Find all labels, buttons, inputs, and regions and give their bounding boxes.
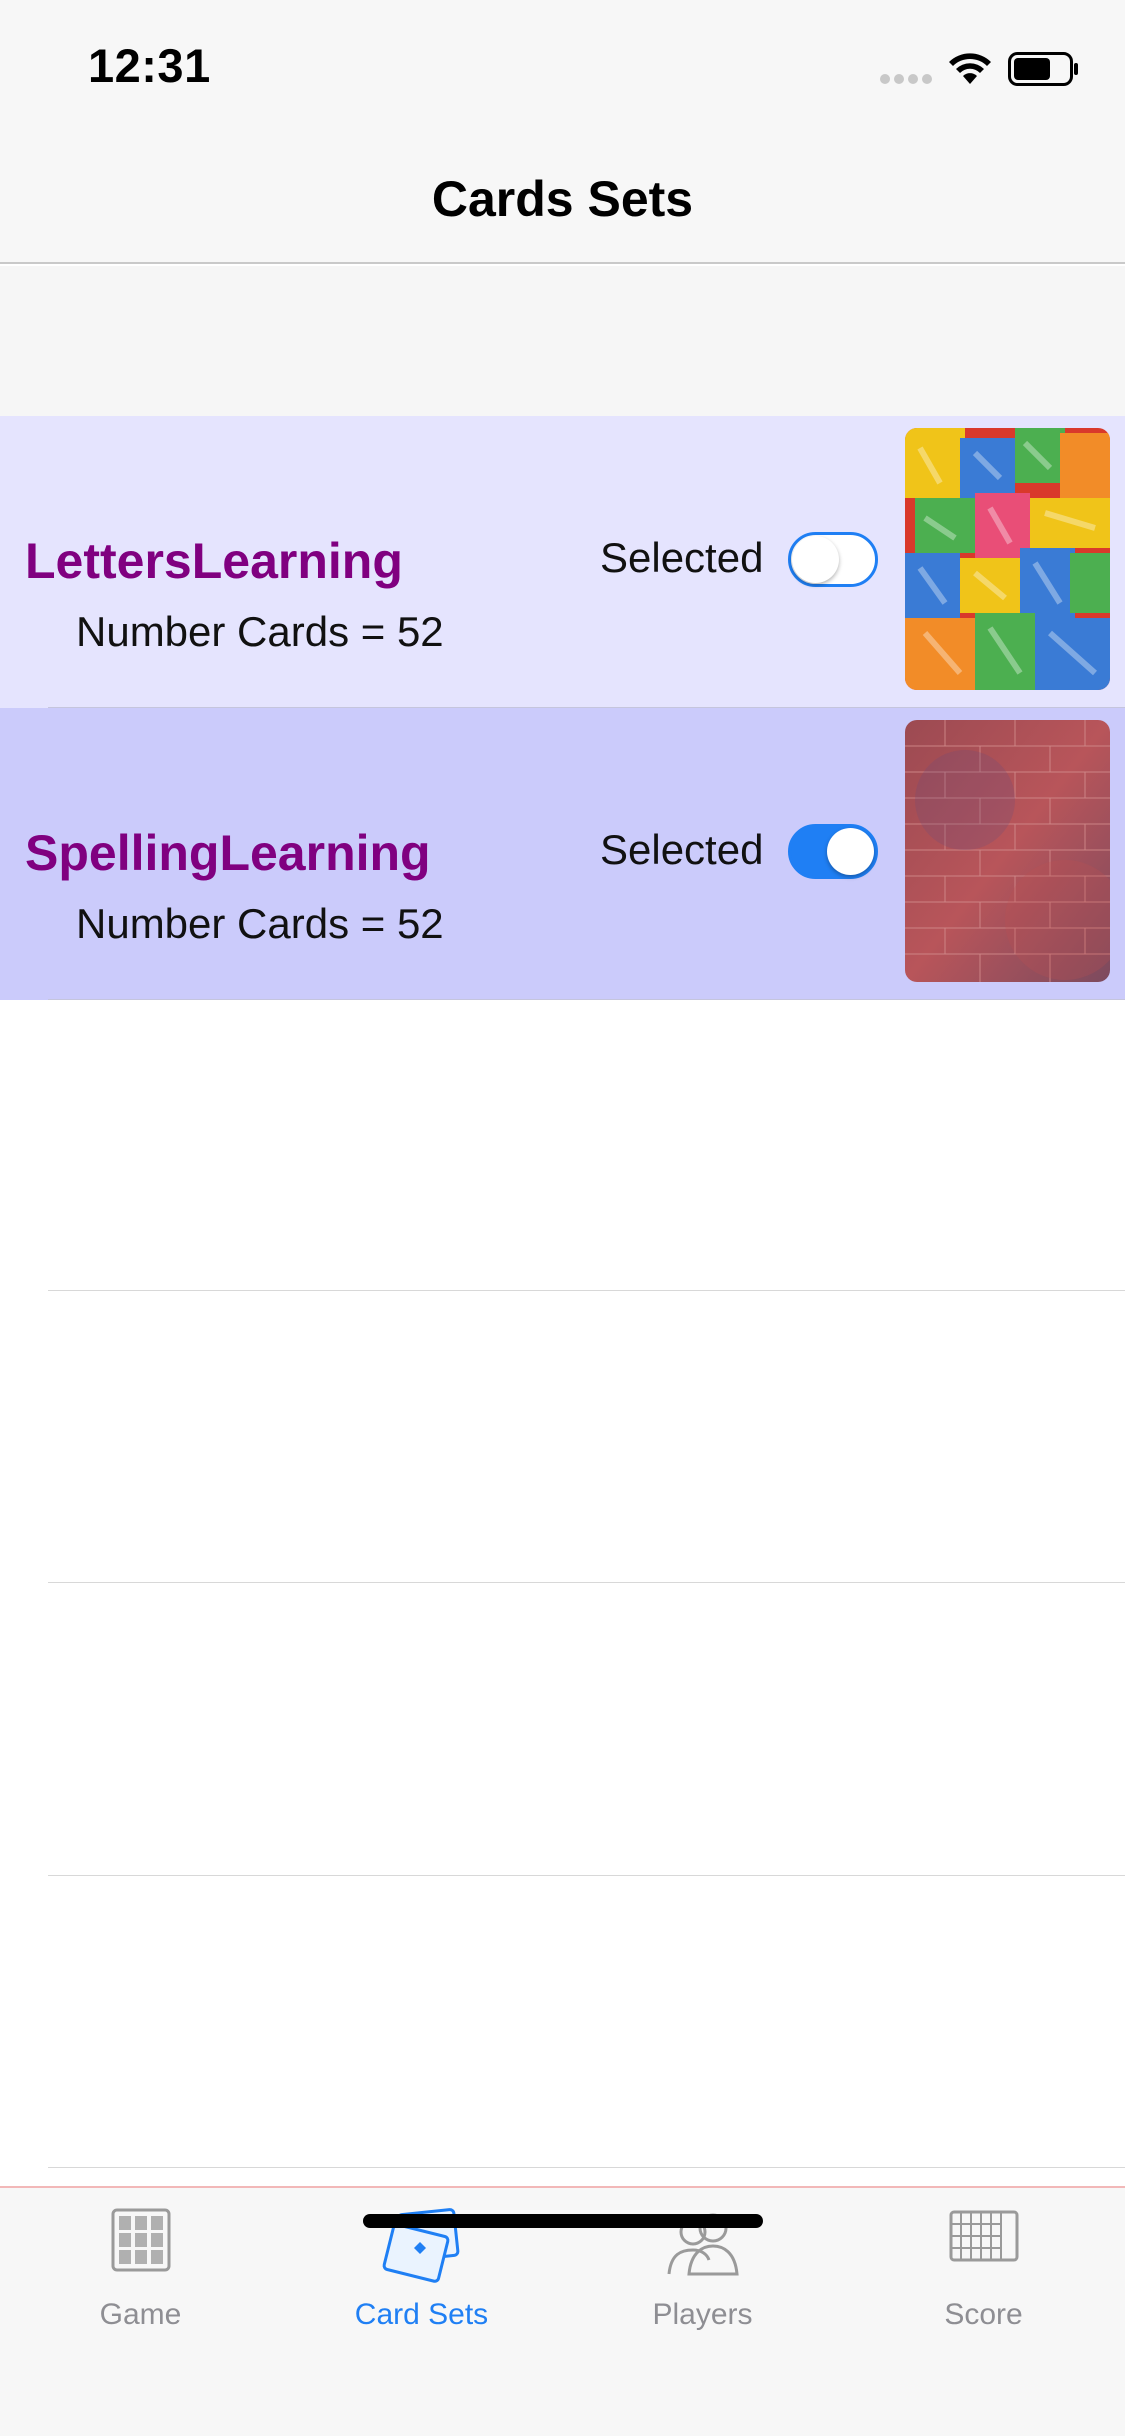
- card-count-label: Number Cards = 52: [76, 608, 444, 655]
- card-set-title: SpellingLearning: [25, 825, 431, 881]
- colorful-letters-image: [905, 428, 1110, 690]
- card-set-thumbnail: [905, 720, 1110, 982]
- status-bar: 12:31: [0, 0, 1125, 132]
- navigation-bar: Cards Sets: [0, 132, 1125, 264]
- selected-label: Selected: [600, 826, 764, 873]
- card-set-row-spelling-learning[interactable]: SpellingLearning Number Cards = 52 Selec…: [0, 708, 1125, 1000]
- tab-label: Card Sets: [354, 2298, 489, 2331]
- table-header: [0, 266, 1125, 416]
- tab-label: Score: [944, 2298, 1023, 2331]
- selected-label: Selected: [600, 534, 764, 581]
- tab-label: Game: [99, 2298, 182, 2331]
- selected-toggle[interactable]: [788, 824, 878, 879]
- red-brick-wall-image: [905, 720, 1110, 982]
- status-time: 12:31: [88, 39, 211, 92]
- card-set-title: LettersLearning: [25, 533, 403, 589]
- tab-score[interactable]: Score: [843, 2188, 1124, 2358]
- card-count-label: Number Cards = 52: [76, 900, 444, 947]
- page-title: Cards Sets: [431, 171, 694, 227]
- row-separator: [48, 1582, 1125, 1583]
- row-separator: [48, 1290, 1125, 1291]
- battery-icon: [1008, 52, 1078, 86]
- row-separator: [48, 1875, 1125, 1876]
- toggle-knob: [827, 828, 874, 875]
- toggle-knob: [792, 536, 839, 583]
- selected-toggle[interactable]: [788, 532, 878, 587]
- row-separator: [48, 999, 1125, 1000]
- tab-label: Players: [652, 2298, 753, 2331]
- tab-game[interactable]: Game: [0, 2188, 281, 2358]
- tab-bar: Game Card Sets Players Score: [0, 2186, 1125, 2436]
- card-set-row-letters-learning[interactable]: LettersLearning Number Cards = 52 Select…: [0, 416, 1125, 708]
- scoreboard-icon: [949, 2210, 1018, 2262]
- wifi-icon: [949, 53, 991, 84]
- cellular-signal-icon: [880, 74, 934, 84]
- home-indicator[interactable]: [363, 2214, 763, 2228]
- row-separator: [48, 2167, 1125, 2168]
- grid-icon: [111, 2208, 170, 2272]
- card-set-thumbnail: [905, 428, 1110, 690]
